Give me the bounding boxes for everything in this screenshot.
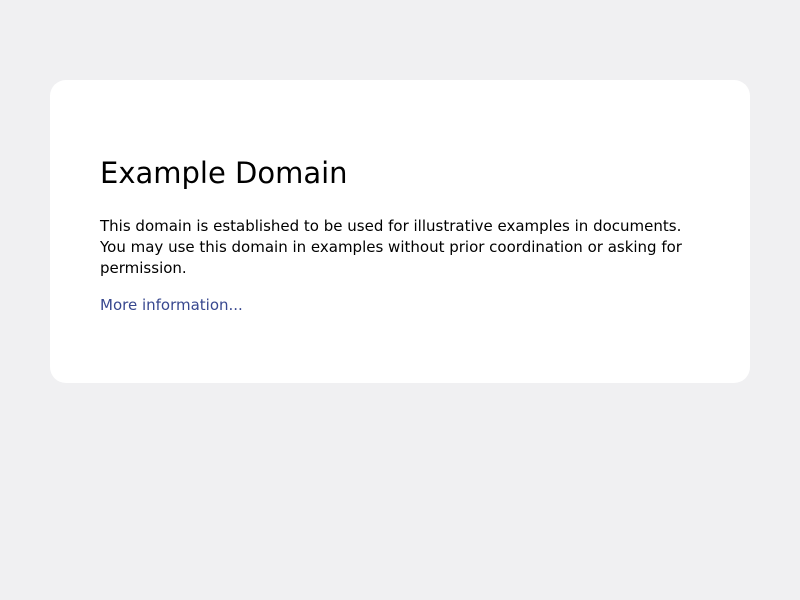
- more-information-link[interactable]: More information...: [100, 296, 243, 314]
- domain-description: This domain is established to be used fo…: [100, 217, 682, 277]
- content-card: Example Domain This domain is establishe…: [50, 80, 750, 383]
- more-info-paragraph: More information...: [100, 295, 700, 316]
- page-title: Example Domain: [100, 156, 348, 190]
